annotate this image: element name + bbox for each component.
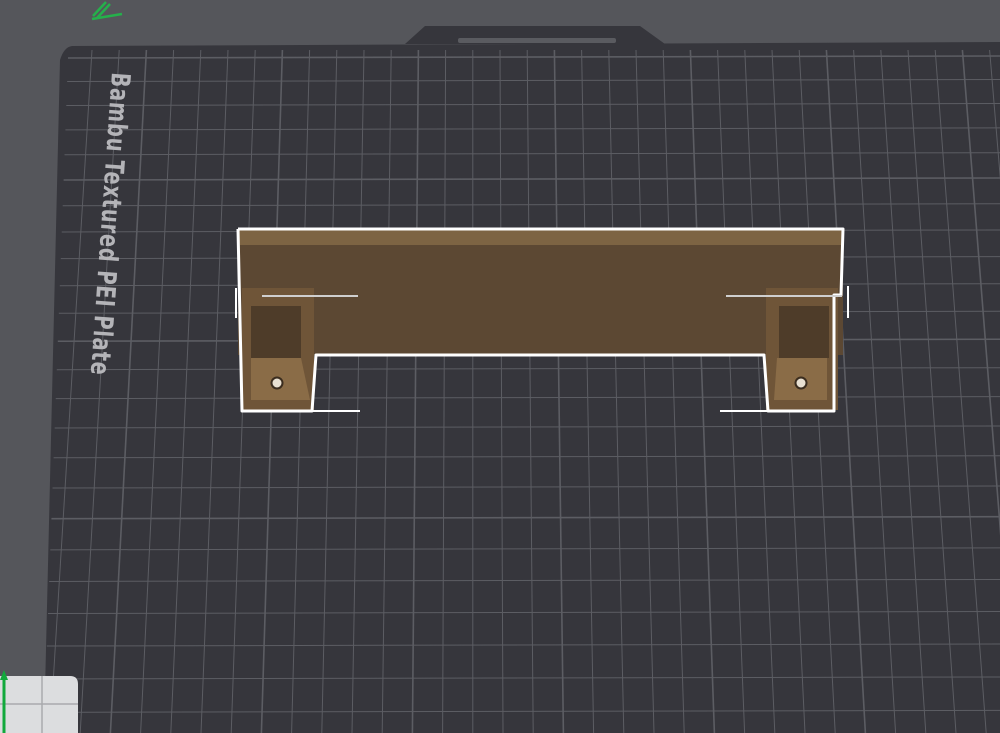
- 3d-viewport[interactable]: Bambu Textured PEI Plate: [0, 0, 1000, 733]
- model-left-foot[interactable]: [242, 288, 314, 410]
- right-screw-hole: [794, 376, 808, 390]
- build-plate[interactable]: [44, 42, 1000, 733]
- left-screw-hole: [270, 376, 284, 390]
- model-right-foot[interactable]: [766, 288, 838, 410]
- model-main-board[interactable]: [238, 229, 843, 355]
- axis-gizmo-icon[interactable]: [0, 670, 78, 733]
- model-top-face: [238, 229, 843, 245]
- left-foot-slot: [251, 306, 301, 358]
- plate-handle-slot: [458, 38, 616, 43]
- right-foot-slot: [779, 306, 829, 358]
- build-plate-scene[interactable]: Bambu Textured PEI Plate: [0, 0, 1000, 733]
